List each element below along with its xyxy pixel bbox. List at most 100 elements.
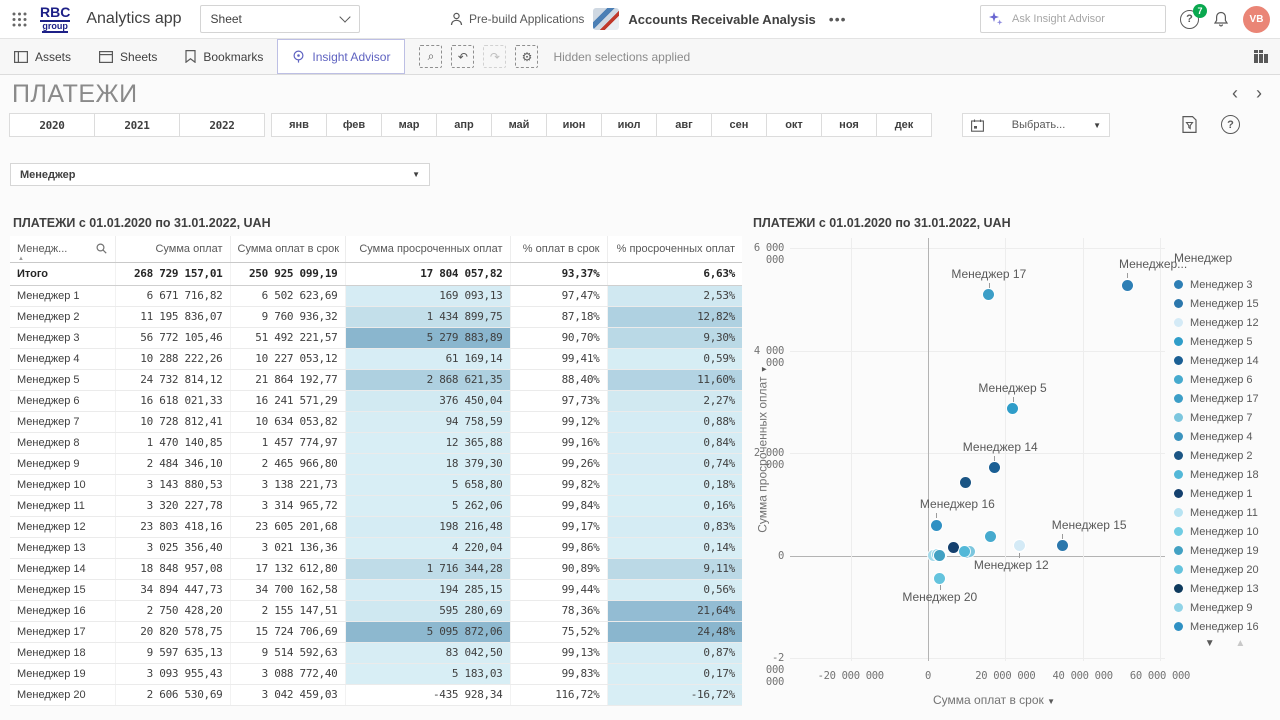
manager-cell[interactable]: Менеджер 13: [10, 537, 115, 558]
manager-cell[interactable]: Менеджер 17: [10, 621, 115, 642]
scatter-point[interactable]: [989, 462, 1000, 473]
tab-assets[interactable]: Assets: [0, 39, 85, 74]
legend-item[interactable]: Менеджер 18: [1174, 465, 1280, 484]
year-button-2021[interactable]: 2021: [94, 113, 180, 137]
manager-cell[interactable]: Менеджер 19: [10, 663, 115, 684]
year-button-2022[interactable]: 2022: [179, 113, 265, 137]
manager-cell[interactable]: Менеджер 16: [10, 600, 115, 621]
manager-cell[interactable]: Менеджер 18: [10, 642, 115, 663]
month-button-май[interactable]: май: [491, 113, 547, 137]
manager-cell[interactable]: Менеджер 20: [10, 684, 115, 705]
tab-bookmarks[interactable]: Bookmarks: [171, 39, 277, 74]
manager-cell[interactable]: Менеджер 9: [10, 453, 115, 474]
manager-cell[interactable]: Менеджер 7: [10, 411, 115, 432]
legend-item[interactable]: Менеджер 4: [1174, 427, 1280, 446]
legend-item[interactable]: Менеджер 6: [1174, 370, 1280, 389]
tab-insight-advisor[interactable]: Insight Advisor: [277, 39, 405, 74]
legend-item[interactable]: Менеджер 9: [1174, 598, 1280, 617]
scatter-point[interactable]: [1014, 540, 1025, 551]
search-input[interactable]: [1010, 12, 1134, 26]
month-button-фев[interactable]: фев: [326, 113, 382, 137]
legend-item[interactable]: Менеджер 16: [1174, 617, 1280, 636]
scatter-point[interactable]: [948, 542, 959, 553]
user-avatar[interactable]: VB: [1243, 6, 1270, 33]
manager-cell[interactable]: Менеджер 3: [10, 327, 115, 348]
legend-item[interactable]: Менеджер 2: [1174, 446, 1280, 465]
year-button-2020[interactable]: 2020: [9, 113, 95, 137]
scatter-point[interactable]: [983, 289, 994, 300]
manager-cell[interactable]: Менеджер 2: [10, 306, 115, 327]
column-header[interactable]: Сумма оплат: [115, 236, 230, 262]
next-sheet-button[interactable]: ›: [1256, 84, 1262, 102]
scatter-point[interactable]: [960, 477, 971, 488]
month-button-ноя[interactable]: ноя: [821, 113, 877, 137]
sheet-help-icon[interactable]: ?: [1221, 115, 1240, 134]
manager-cell[interactable]: Менеджер 5: [10, 369, 115, 390]
prev-sheet-button[interactable]: ‹: [1232, 84, 1238, 102]
legend-item[interactable]: Менеджер 7: [1174, 408, 1280, 427]
help-button[interactable]: ? 7: [1180, 10, 1199, 29]
sheet-navigator-button[interactable]: [1254, 39, 1268, 74]
legend-item[interactable]: Менеджер 11: [1174, 503, 1280, 522]
search-selections-button[interactable]: ⌕: [419, 45, 442, 68]
month-button-дек[interactable]: дек: [876, 113, 932, 137]
legend-item[interactable]: Менеджер 14: [1174, 351, 1280, 370]
legend-item[interactable]: Менеджер 15: [1174, 294, 1280, 313]
legend-page-down-button[interactable]: ▼: [1205, 638, 1215, 649]
legend-item[interactable]: Менеджер 3: [1174, 275, 1280, 294]
legend-item[interactable]: Менеджер 10: [1174, 522, 1280, 541]
legend-item[interactable]: Менеджер 1: [1174, 484, 1280, 503]
legend-page-up-button[interactable]: ▲: [1235, 638, 1245, 649]
manager-cell[interactable]: Менеджер 8: [10, 432, 115, 453]
bell-icon[interactable]: [1213, 11, 1229, 28]
month-button-июл[interactable]: июл: [601, 113, 657, 137]
prebuild-applications-button[interactable]: Pre-build Applications: [450, 12, 584, 26]
month-button-янв[interactable]: янв: [271, 113, 327, 137]
month-button-авг[interactable]: авг: [656, 113, 712, 137]
date-picker[interactable]: Выбрать... ▼: [962, 113, 1110, 137]
app-menu-icon[interactable]: [0, 0, 38, 38]
month-button-окт[interactable]: окт: [766, 113, 822, 137]
manager-cell[interactable]: Менеджер 12: [10, 516, 115, 537]
manager-cell[interactable]: Менеджер 6: [10, 390, 115, 411]
scatter-point[interactable]: [934, 573, 945, 584]
undo-selection-button[interactable]: ↶: [451, 45, 474, 68]
legend-item[interactable]: Менеджер 19: [1174, 541, 1280, 560]
more-options-button[interactable]: •••: [825, 11, 851, 27]
column-header[interactable]: % оплат в срок: [510, 236, 607, 262]
hidden-selections-icon[interactable]: ⚙: [515, 45, 538, 68]
month-button-апр[interactable]: апр: [436, 113, 492, 137]
scatter-point[interactable]: [1122, 280, 1133, 291]
sheet-selector[interactable]: Sheet: [200, 5, 360, 33]
column-header[interactable]: Сумма просроченных оплат: [345, 236, 510, 262]
y-axis-title[interactable]: Сумма просроченных оплат ▼: [756, 238, 770, 661]
manager-cell[interactable]: Менеджер 10: [10, 474, 115, 495]
insight-advisor-search[interactable]: [980, 5, 1166, 33]
scatter-point[interactable]: [931, 520, 942, 531]
manager-filter-dropdown[interactable]: Менеджер ▼: [10, 163, 430, 186]
x-axis-title[interactable]: Сумма оплат в срок ▼: [904, 693, 1084, 707]
scatter-point[interactable]: [1057, 540, 1068, 551]
search-icon[interactable]: [96, 243, 107, 254]
manager-cell[interactable]: Менеджер 11: [10, 495, 115, 516]
column-header[interactable]: Сумма оплат в срок: [230, 236, 345, 262]
scatter-point[interactable]: [1007, 403, 1018, 414]
legend-item[interactable]: Менеджер 17: [1174, 389, 1280, 408]
selections-tool-icon[interactable]: [1182, 116, 1197, 133]
redo-selection-button[interactable]: ↷: [483, 45, 506, 68]
month-button-сен[interactable]: сен: [711, 113, 767, 137]
column-header[interactable]: Менедж...▲: [10, 236, 115, 262]
legend-item[interactable]: Менеджер 13: [1174, 579, 1280, 598]
scatter-point[interactable]: [985, 531, 996, 542]
manager-cell[interactable]: Менеджер 15: [10, 579, 115, 600]
legend-item[interactable]: Менеджер 20: [1174, 560, 1280, 579]
legend-item[interactable]: Менеджер 12: [1174, 313, 1280, 332]
tab-sheets[interactable]: Sheets: [85, 39, 171, 74]
manager-cell[interactable]: Менеджер 14: [10, 558, 115, 579]
column-header[interactable]: % просроченных оплат: [607, 236, 742, 262]
manager-cell[interactable]: Менеджер 1: [10, 285, 115, 306]
manager-cell[interactable]: Менеджер 4: [10, 348, 115, 369]
legend-item[interactable]: Менеджер 5: [1174, 332, 1280, 351]
month-button-мар[interactable]: мар: [381, 113, 437, 137]
month-button-июн[interactable]: июн: [546, 113, 602, 137]
